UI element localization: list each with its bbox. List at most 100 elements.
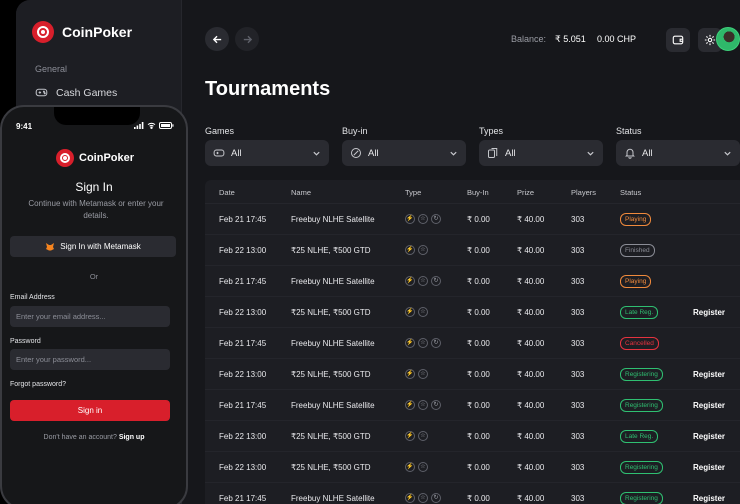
forgot-password-link[interactable]: Forgot password? (10, 381, 66, 388)
coinpoker-logo-icon (32, 21, 54, 43)
table-row[interactable]: Feb 22 13:00 ₹25 NLHE, ₹500 GTD ₹ 0.00 ₹ 40… (205, 297, 740, 328)
lightning-icon: ⚡ (405, 338, 415, 348)
cell-players: 303 (571, 401, 585, 410)
page-title: Tournaments (205, 78, 331, 100)
gamepad-icon (35, 88, 48, 97)
column-header-prize[interactable]: Prize (517, 188, 534, 197)
table-row[interactable]: Feb 21 17:45 Freebuy NLHE Satellite ₹ 0.00… (205, 204, 740, 235)
cell-players: 303 (571, 432, 585, 441)
forward-button[interactable] (235, 27, 259, 51)
sidebar-item-cash-games[interactable]: Cash Games (35, 86, 117, 99)
cell-buyin: ₹ 0.00 (467, 339, 490, 348)
coinpoker-logo-icon (56, 149, 74, 167)
refresh-icon: ↻ (431, 338, 441, 348)
register-button[interactable]: Register (693, 494, 725, 503)
table-row[interactable]: Feb 22 13:00 ₹25 NLHE, ₹500 GTD ₹ 0.00 ₹ 40… (205, 421, 740, 452)
avatar[interactable] (716, 27, 740, 51)
cell-prize: ₹ 40.00 (517, 246, 545, 255)
status-badge: Registering (620, 399, 663, 412)
type-icons: ⚡ ☆ ↻ (405, 493, 441, 503)
phone-time: 9:41 (16, 122, 33, 131)
type-icons: ⚡ ☆ (405, 307, 428, 317)
password-field[interactable]: Enter your password... (10, 349, 170, 370)
star-icon: ☆ (418, 369, 428, 379)
table-row[interactable]: Feb 22 13:00 ₹25 NLHE, ₹500 GTD ₹ 0.00 ₹ 40… (205, 359, 740, 390)
filter-value: All (231, 147, 242, 159)
cell-name: ₹25 NLHE, ₹500 GTD (291, 308, 371, 317)
email-field[interactable]: Enter your email address... (10, 306, 170, 327)
refresh-icon: ↻ (431, 214, 441, 224)
cell-buyin: ₹ 0.00 (467, 246, 490, 255)
phone-brand: CoinPoker (56, 149, 134, 167)
column-header-buyin[interactable]: Buy-In (467, 188, 489, 197)
register-button[interactable]: Register (693, 308, 725, 317)
signin-subtitle: Continue with Metamask or enter your det… (28, 199, 164, 220)
star-icon: ☆ (418, 462, 428, 472)
metamask-signin-button[interactable]: Sign In with Metamask (10, 236, 176, 257)
lightning-icon: ⚡ (405, 214, 415, 224)
column-header-date[interactable]: Date (219, 188, 235, 197)
table-row[interactable]: Feb 21 17:45 Freebuy NLHE Satellite ₹ 0.00… (205, 390, 740, 421)
status-badge: Playing (620, 213, 652, 226)
table-row[interactable]: Feb 22 13:00 ₹25 NLHE, ₹500 GTD ₹ 0.00 ₹ 40… (205, 235, 740, 266)
cell-date: Feb 22 13:00 (219, 432, 267, 441)
column-header-type[interactable]: Type (405, 188, 421, 197)
cell-prize: ₹ 40.00 (517, 277, 545, 286)
chevron-down-icon (587, 151, 594, 156)
lightning-icon: ⚡ (405, 493, 415, 503)
phone-brand-name: CoinPoker (79, 152, 135, 164)
signup-link[interactable]: Sign up (119, 434, 145, 441)
bell-icon (625, 148, 635, 159)
lightning-icon: ⚡ (405, 369, 415, 379)
sidebar-item-label: Cash Games (56, 86, 118, 99)
back-button[interactable] (205, 27, 229, 51)
brand[interactable]: CoinPoker (32, 21, 132, 43)
cell-name: Freebuy NLHE Satellite (291, 215, 375, 224)
column-header-name[interactable]: Name (291, 188, 311, 197)
arrow-right-icon (243, 35, 252, 43)
filter-value: All (642, 147, 653, 159)
column-header-status[interactable]: Status (620, 188, 641, 197)
type-icons: ⚡ ☆ (405, 369, 428, 379)
star-icon: ☆ (418, 400, 428, 410)
chp-balance: 0.00 CHP (597, 34, 637, 44)
signin-button[interactable]: Sign in (10, 400, 170, 421)
wallet-button[interactable] (666, 28, 690, 52)
cell-name: ₹25 NLHE, ₹500 GTD (291, 370, 371, 379)
status-filter-select[interactable]: All (616, 140, 740, 166)
register-button[interactable]: Register (693, 432, 725, 441)
star-icon: ☆ (418, 276, 428, 286)
games-filter-select[interactable]: All (205, 140, 329, 166)
register-button[interactable]: Register (693, 401, 725, 410)
types-filter-select[interactable]: All (479, 140, 603, 166)
brand-name: CoinPoker (62, 24, 133, 40)
metamask-fox-icon (46, 243, 55, 251)
signal-icon (134, 122, 144, 129)
cell-buyin: ₹ 0.00 (467, 215, 490, 224)
buyin-filter-select[interactable]: All (342, 140, 466, 166)
email-label: Email Address (10, 294, 55, 301)
lightning-icon: ⚡ (405, 462, 415, 472)
type-icons: ⚡ ☆ ↻ (405, 400, 441, 410)
table-row[interactable]: Feb 22 13:00 ₹25 NLHE, ₹500 GTD ₹ 0.00 ₹ 40… (205, 452, 740, 483)
type-icons: ⚡ ☆ ↻ (405, 276, 441, 286)
password-label: Password (10, 338, 41, 345)
balance-label: Balance: (511, 34, 547, 44)
table-row[interactable]: Feb 21 17:45 Freebuy NLHE Satellite ₹ 0.00… (205, 266, 740, 297)
balance-value: ₹ 5.051 (555, 34, 586, 44)
table-row[interactable]: Feb 21 17:45 Freebuy NLHE Satellite ₹ 0.00… (205, 483, 740, 504)
filter-label-types: Types (479, 126, 504, 136)
star-icon: ☆ (418, 431, 428, 441)
lightning-icon: ⚡ (405, 276, 415, 286)
register-button[interactable]: Register (693, 370, 725, 379)
column-header-players[interactable]: Players (571, 188, 596, 197)
cell-name: Freebuy NLHE Satellite (291, 494, 375, 503)
register-button[interactable]: Register (693, 463, 725, 472)
filter-label-buyin: Buy-in (342, 126, 368, 136)
no-account-text: Don't have an account? (43, 434, 117, 441)
table-row[interactable]: Feb 21 17:45 Freebuy NLHE Satellite ₹ 0.00… (205, 328, 740, 359)
cards-icon (488, 148, 498, 158)
cell-date: Feb 21 17:45 (219, 401, 267, 410)
cell-date: Feb 21 17:45 (219, 215, 267, 224)
cell-buyin: ₹ 0.00 (467, 463, 490, 472)
